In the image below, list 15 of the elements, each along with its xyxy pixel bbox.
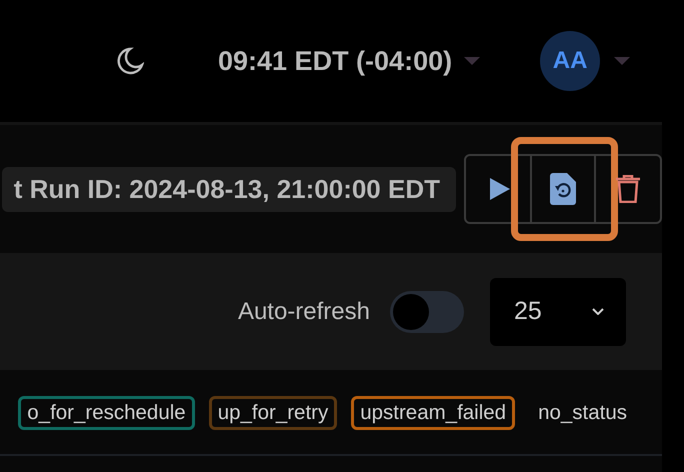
action-button[interactable] bbox=[530, 156, 596, 222]
page-size-select[interactable]: 25 bbox=[490, 278, 626, 346]
state-filter-tag[interactable]: o_for_reschedule bbox=[18, 396, 195, 430]
trash-icon bbox=[616, 175, 640, 203]
play-icon bbox=[490, 178, 510, 200]
auto-refresh-toggle[interactable] bbox=[390, 290, 464, 332]
file-refresh-icon bbox=[550, 173, 576, 205]
state-filter-tag[interactable]: upstream_failed bbox=[351, 396, 516, 430]
run-id-label: t Run ID: 2024-08-13, 21:00:00 EDT bbox=[2, 166, 456, 212]
state-filter-tag[interactable]: no_status bbox=[529, 396, 636, 430]
state-filter-tag[interactable]: up_for_retry bbox=[208, 396, 338, 430]
user-avatar[interactable]: AA bbox=[540, 31, 600, 91]
timezone-clock[interactable]: 09:41 EDT (-04:00) bbox=[218, 46, 452, 76]
auto-refresh-label: Auto-refresh bbox=[238, 298, 370, 326]
chevron-down-icon bbox=[592, 308, 604, 315]
